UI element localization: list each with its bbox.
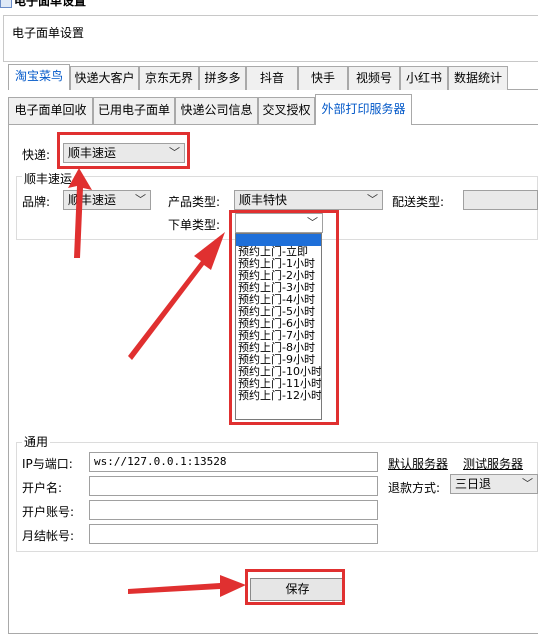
arrow-up-icon <box>68 168 92 258</box>
arrow-right-icon <box>128 575 246 597</box>
arrow-diagonal-icon <box>128 232 225 360</box>
annotation-arrows <box>68 168 246 597</box>
